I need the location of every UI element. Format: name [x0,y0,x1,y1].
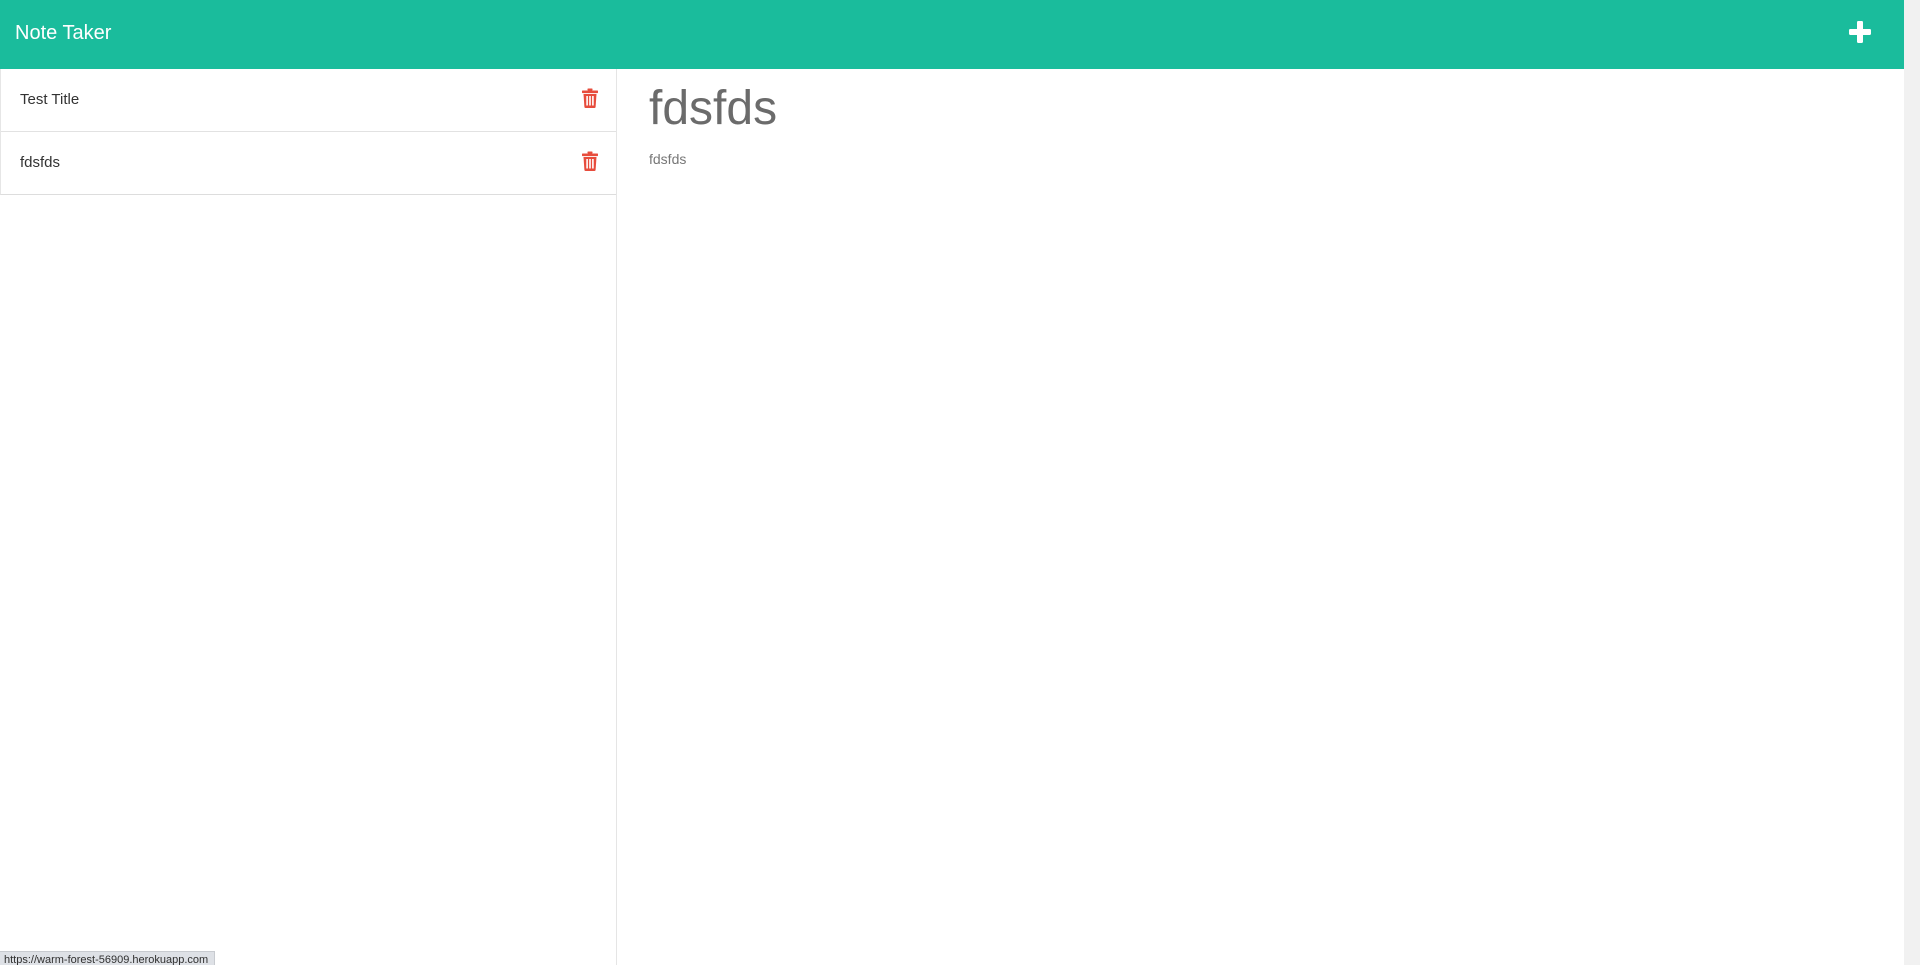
note-list-title: fdsfds [20,154,61,171]
note-list-title: Test Title [20,91,80,108]
list-item[interactable]: fdsfds [1,132,616,194]
page: Note Taker Test Title fdsfds fdsfds fdsf… [0,0,1920,965]
plus-icon[interactable] [1846,18,1874,46]
status-bar-url: https://warm-forest-56909.herokuapp.com [0,951,216,965]
app-window: Note Taker Test Title fdsfds fdsfds fdsf… [0,0,1904,965]
trash-icon[interactable] [582,151,598,171]
brand-link[interactable]: Note Taker [15,20,111,46]
note-list-panel: Test Title fdsfds [0,69,617,965]
scrollbar[interactable] [1904,0,1920,965]
note-textarea[interactable]: fdsfds [649,150,686,168]
list-item[interactable]: Test Title [1,69,616,132]
trash-icon[interactable] [582,88,598,108]
note-editor: fdsfds fdsfds [618,69,1904,965]
navbar: Note Taker [0,0,1904,69]
note-list: Test Title fdsfds [0,69,616,195]
note-title[interactable]: fdsfds [649,81,777,137]
